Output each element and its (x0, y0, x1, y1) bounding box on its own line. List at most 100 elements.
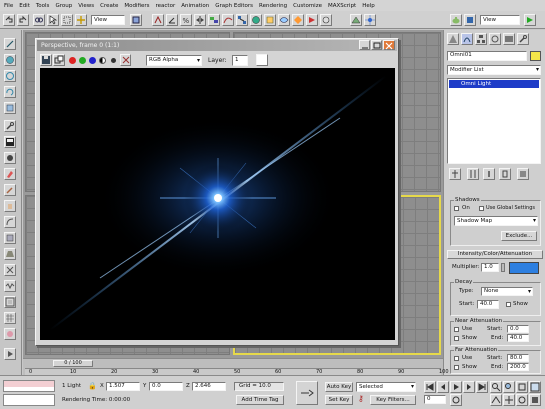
hand-icon[interactable] (4, 200, 16, 212)
wrench-icon[interactable] (4, 120, 16, 132)
pivot-icon[interactable] (130, 14, 142, 26)
teapot-icon[interactable] (450, 14, 462, 26)
maxscript-listener-white[interactable] (3, 394, 55, 406)
scale-icon[interactable] (4, 102, 16, 114)
decay-type-dropdown[interactable]: None ▾ (481, 287, 533, 296)
twist-icon[interactable] (4, 264, 16, 276)
cube-icon[interactable] (4, 232, 16, 244)
modify-tab-icon[interactable] (461, 33, 473, 45)
menu-item[interactable]: File (4, 3, 13, 9)
undo-icon[interactable] (3, 14, 15, 26)
noise-icon[interactable] (4, 280, 16, 292)
angle-snap-icon[interactable] (166, 14, 178, 26)
menu-item[interactable]: MAXScript (328, 3, 356, 9)
object-color-swatch[interactable] (530, 51, 541, 61)
rotate-icon[interactable] (4, 86, 16, 98)
utilities-tab-icon[interactable] (517, 33, 529, 45)
exclude-button[interactable]: Exclude... (501, 231, 537, 241)
motion-icon[interactable] (4, 152, 16, 164)
use-global-checkbox[interactable] (479, 206, 484, 211)
zoom-all-icon[interactable] (503, 381, 515, 393)
time-slider-thumb[interactable]: 0 / 100 (53, 360, 93, 367)
paint-icon[interactable] (4, 168, 16, 180)
far-show-checkbox[interactable] (454, 365, 459, 370)
percent-snap-icon[interactable]: % (180, 14, 192, 26)
reference-coord-dropdown[interactable]: View (91, 15, 125, 25)
render-frame-icon[interactable] (278, 14, 290, 26)
select-move-icon[interactable] (75, 14, 87, 26)
previous-frame-icon[interactable] (437, 381, 449, 393)
create-tab-icon[interactable] (447, 33, 459, 45)
lock-icon[interactable]: 🔒 (88, 382, 97, 390)
zoom-extents-icon[interactable] (516, 381, 528, 393)
clear-icon[interactable] (120, 54, 131, 66)
render-production-icon[interactable] (524, 14, 536, 26)
remove-modifier-icon[interactable] (499, 168, 511, 180)
menu-item[interactable]: Modifiers (124, 3, 149, 9)
modifier-list-dropdown[interactable]: Modifier List ▾ (447, 65, 541, 75)
key-mode-dropdown[interactable]: Selected ▾ (356, 382, 416, 392)
maxscript-listener-pink[interactable] (3, 380, 55, 392)
x-coordinate-field[interactable]: 1.507 (106, 382, 140, 391)
maximize-viewport-icon[interactable] (529, 394, 541, 406)
mirror-icon[interactable] (194, 14, 206, 26)
shadows-on-checkbox[interactable] (454, 206, 459, 211)
z-coordinate-field[interactable]: 2.646 (192, 382, 226, 391)
make-unique-icon[interactable] (483, 168, 495, 180)
clone-window-icon[interactable] (53, 54, 65, 66)
play-animation-icon[interactable] (450, 381, 462, 393)
decay-start-field[interactable]: 40.0 (477, 300, 499, 309)
snap-icon[interactable] (152, 14, 164, 26)
near-end-field[interactable]: 40.0 (507, 334, 529, 342)
green-channel-icon[interactable] (79, 57, 86, 64)
bend-icon[interactable] (4, 216, 16, 228)
play-icon[interactable] (4, 348, 16, 360)
blue-channel-icon[interactable] (89, 57, 96, 64)
menu-item[interactable]: Rendering (259, 3, 287, 9)
go-to-start-icon[interactable] (424, 381, 436, 393)
stack-item-omni-light[interactable]: Omni Light (449, 80, 539, 88)
menu-item[interactable]: Animation (181, 3, 209, 9)
sphere-tool-icon[interactable] (4, 54, 16, 66)
menu-item[interactable]: Create (100, 3, 118, 9)
menu-item[interactable]: Graph Editors (215, 3, 253, 9)
field-of-view-icon[interactable] (490, 394, 502, 406)
menu-item[interactable]: Views (78, 3, 94, 9)
layer-field[interactable]: 1 (232, 55, 248, 66)
near-show-checkbox[interactable] (454, 336, 459, 341)
configure-sets-icon[interactable] (517, 168, 529, 180)
pan-icon[interactable] (503, 394, 515, 406)
key-mode-icon[interactable] (296, 381, 318, 405)
far-start-field[interactable]: 80.0 (507, 354, 529, 362)
monochrome-icon[interactable] (111, 58, 116, 63)
zoom-icon[interactable] (490, 381, 502, 393)
go-to-end-icon[interactable] (476, 381, 488, 393)
menu-item[interactable]: Help (362, 3, 375, 9)
set-key-button[interactable]: Set Key (325, 395, 353, 405)
menu-item[interactable]: Group (55, 3, 72, 9)
align-icon[interactable] (208, 14, 220, 26)
arc-rotate-icon[interactable] (516, 394, 528, 406)
motion-tab-icon[interactable] (489, 33, 501, 45)
redo-icon[interactable] (17, 14, 29, 26)
taper-icon[interactable] (4, 248, 16, 260)
time-config-icon[interactable] (450, 394, 462, 406)
hierarchy-icon[interactable] (4, 136, 16, 148)
frame-window-titlebar[interactable]: Perspective, frame 0 (1:1) (37, 40, 397, 51)
shell-icon[interactable] (4, 296, 16, 308)
display-tab-icon[interactable] (503, 33, 515, 45)
menu-item[interactable]: Tools (36, 3, 50, 9)
track-bar[interactable]: 0 10 20 30 40 50 60 70 80 90 100 (25, 368, 449, 375)
next-frame-icon[interactable] (463, 381, 475, 393)
minimize-icon[interactable] (359, 40, 370, 50)
alpha-channel-icon[interactable] (99, 57, 106, 64)
select-object-icon[interactable] (47, 14, 59, 26)
curve-editor-icon[interactable] (222, 14, 234, 26)
y-coordinate-field[interactable]: 0.0 (149, 382, 183, 391)
auto-key-button[interactable]: Auto Key (325, 382, 353, 392)
red-channel-icon[interactable] (69, 57, 76, 64)
color-swatch[interactable] (256, 54, 268, 66)
close-icon[interactable] (383, 40, 395, 50)
key-icon[interactable]: ⚷ (358, 394, 368, 404)
render-setup-icon[interactable] (264, 14, 276, 26)
